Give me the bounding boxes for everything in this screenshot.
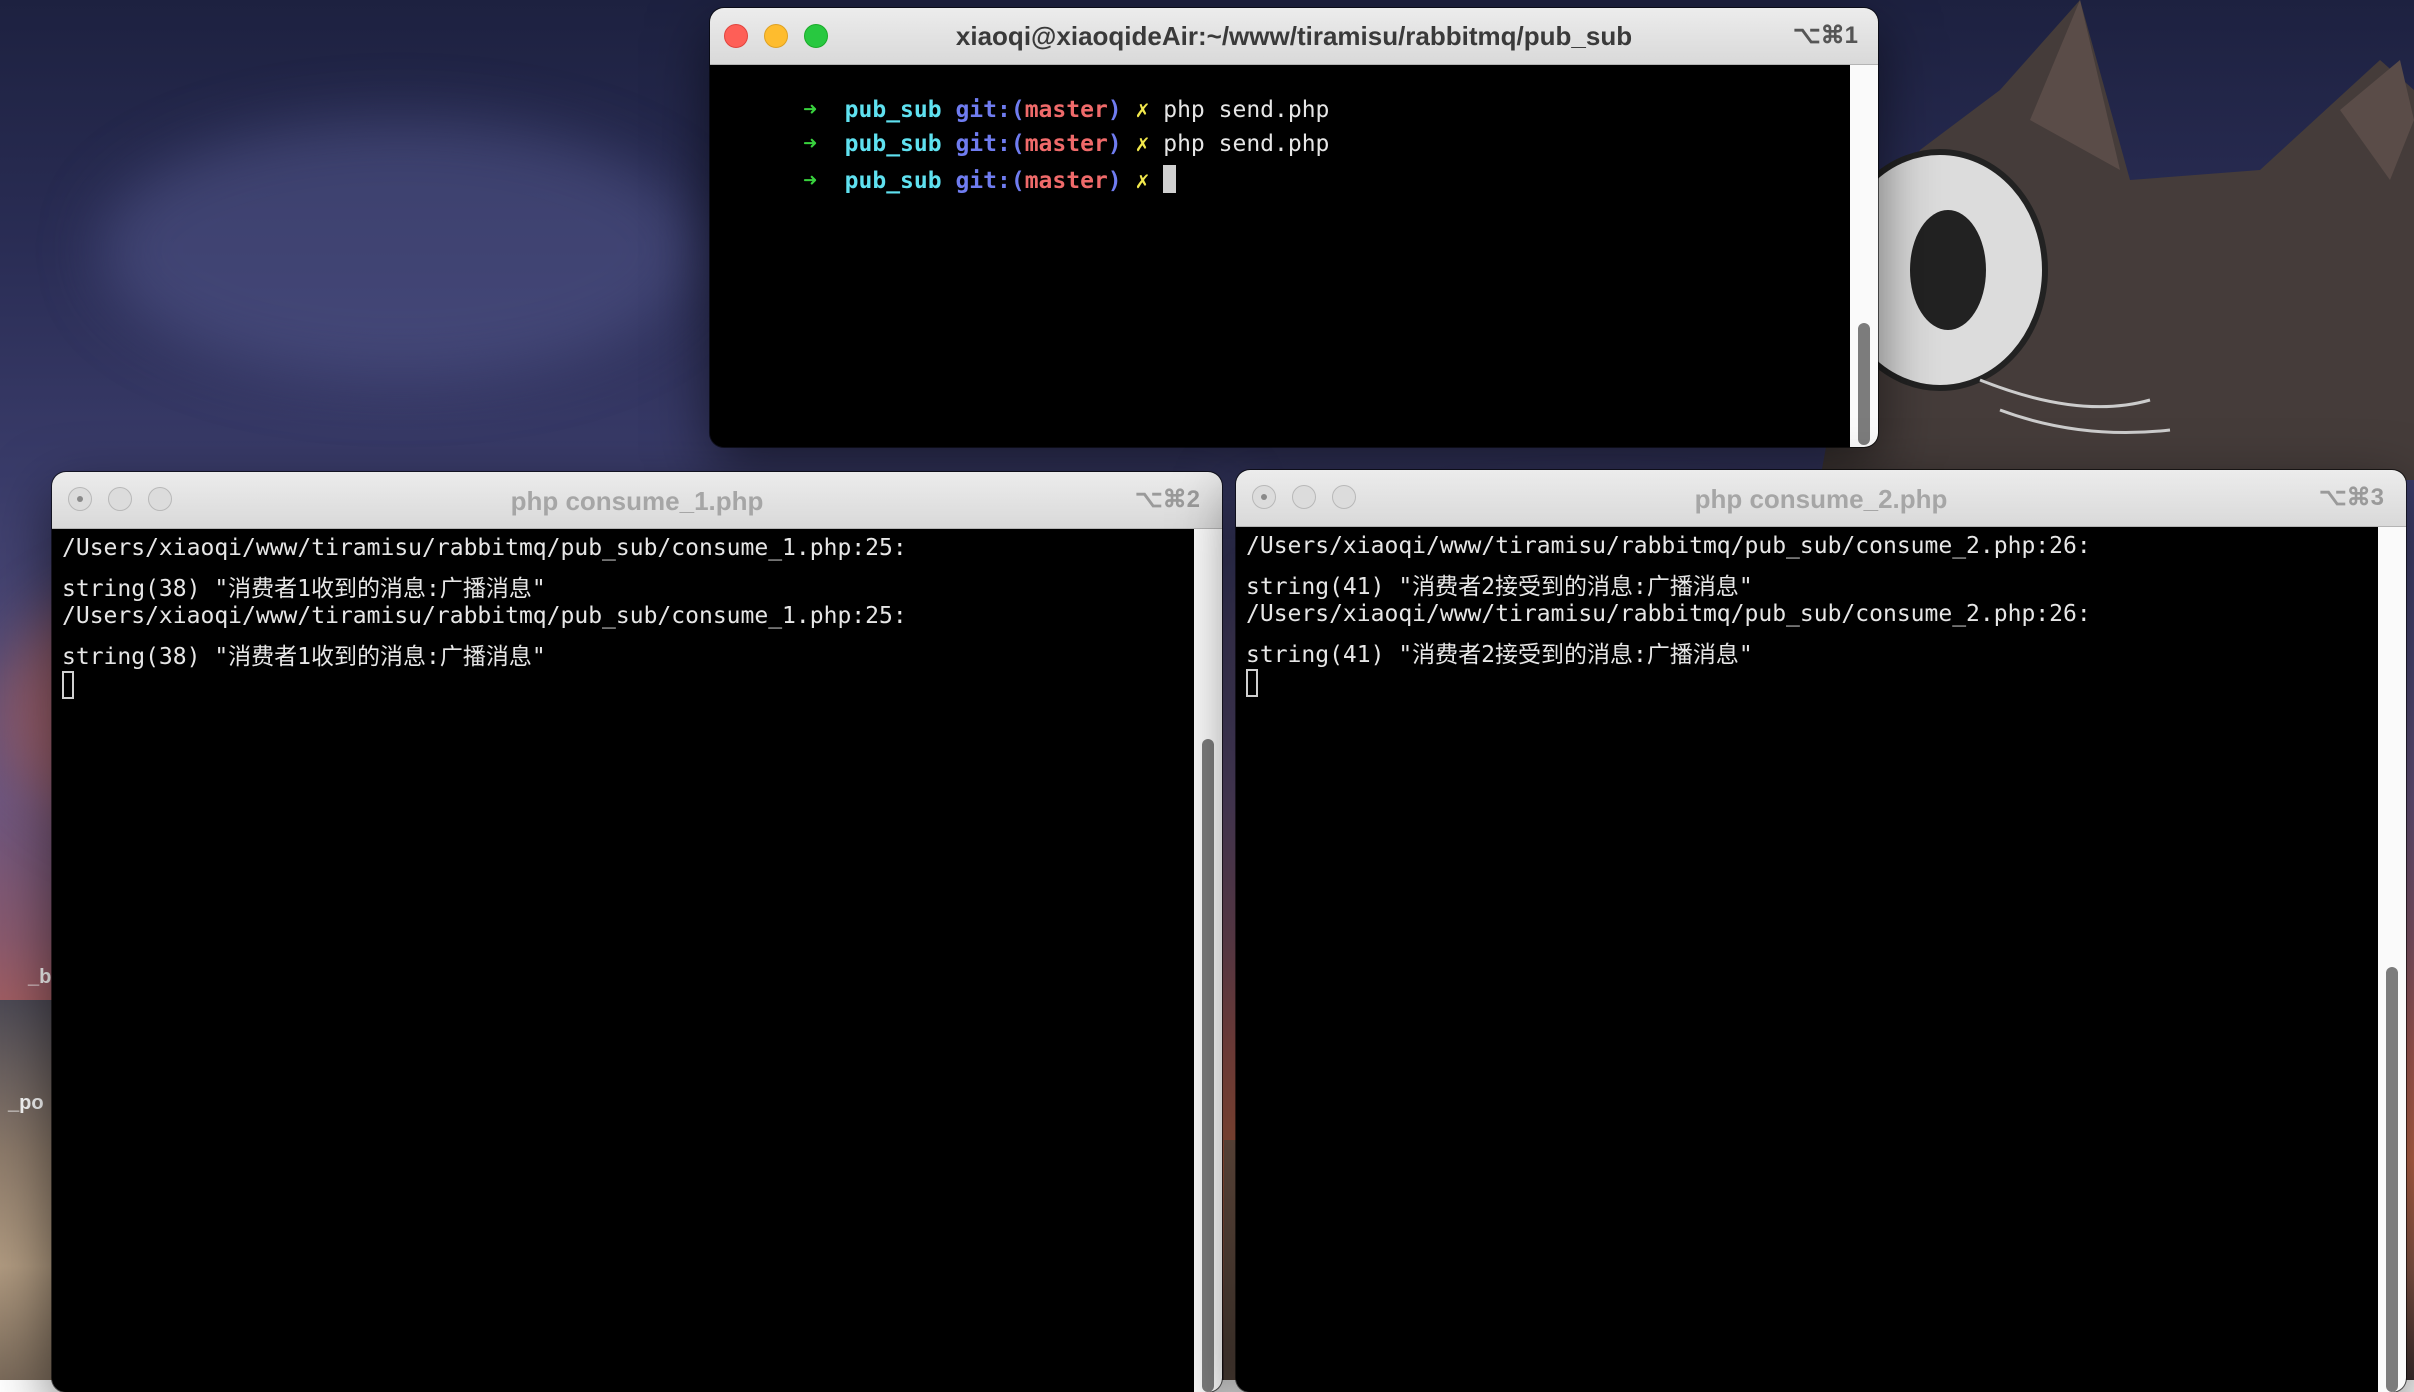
output-line: /Users/xiaoqi/www/tiramisu/rabbitmq/pub_… — [62, 535, 907, 561]
window-shortcut: ⌥⌘3 — [2318, 484, 2384, 511]
title-bar[interactable]: php consume_2.php ⌥⌘3 — [1236, 470, 2406, 527]
command-text: php send.php — [1163, 131, 1330, 157]
output-line: /Users/xiaoqi/www/tiramisu/rabbitmq/pub_… — [62, 603, 907, 629]
scrollbar-thumb[interactable] — [2386, 967, 2398, 1392]
prompt-git-close: ) — [1107, 168, 1122, 194]
terminal-window-1[interactable]: xiaoqi@xiaoqideAir:~/www/tiramisu/rabbit… — [710, 8, 1878, 447]
terminal-output[interactable]: ➜ pub_sub git:(master) ✗ php send.php ➜ … — [710, 65, 1878, 447]
window-title: php consume_2.php — [1694, 484, 1948, 514]
prompt-arrow-icon: ➜ — [803, 168, 817, 194]
prompt-line: ➜ pub_sub git:(master) ✗ — [720, 139, 1177, 220]
title-bar[interactable]: xiaoqi@xiaoqideAir:~/www/tiramisu/rabbit… — [710, 8, 1878, 65]
text-cursor — [1246, 669, 1258, 697]
terminal-output[interactable]: /Users/xiaoqi/www/tiramisu/rabbitmq/pub_… — [52, 529, 1222, 1392]
scrollbar-track[interactable] — [2378, 527, 2406, 1392]
output-line: string(38) "消费者1收到的消息:广播消息" — [62, 644, 546, 670]
output-line: string(41) "消费者2接受到的消息:广播消息" — [1246, 574, 1753, 600]
window-title: php consume_1.php — [510, 486, 764, 516]
scrollbar-thumb[interactable] — [1858, 323, 1870, 445]
output-line: /Users/xiaoqi/www/tiramisu/rabbitmq/pub_… — [1246, 601, 2091, 627]
desktop-file-label[interactable]: _po — [8, 1092, 44, 1115]
scrollbar-track[interactable] — [1850, 65, 1878, 447]
dirty-mark-icon: ✗ — [1135, 168, 1150, 194]
desktop-file-label[interactable]: _b — [28, 966, 51, 989]
prompt-git: git:( — [955, 168, 1025, 194]
scrollbar-track[interactable] — [1194, 529, 1222, 1392]
output-line: string(38) "消费者1收到的消息:广播消息" — [62, 576, 546, 602]
window-shortcut: ⌥⌘1 — [1792, 22, 1858, 49]
prompt-branch: master — [1024, 168, 1108, 194]
window-title: xiaoqi@xiaoqideAir:~/www/tiramisu/rabbit… — [955, 21, 1633, 51]
title-bar[interactable]: php consume_1.php ⌥⌘2 — [52, 472, 1222, 529]
prompt-dir: pub_sub — [844, 168, 942, 194]
text-cursor — [62, 671, 74, 699]
text-cursor — [1163, 165, 1177, 193]
window-shortcut: ⌥⌘2 — [1134, 486, 1200, 513]
scrollbar-thumb[interactable] — [1202, 739, 1214, 1392]
city-illustration — [0, 1000, 60, 1380]
terminal-window-2[interactable]: php consume_1.php ⌥⌘2 /Users/xiaoqi/www/… — [52, 472, 1222, 1392]
terminal-window-3[interactable]: php consume_2.php ⌥⌘3 /Users/xiaoqi/www/… — [1236, 470, 2406, 1392]
output-line: string(41) "消费者2接受到的消息:广播消息" — [1246, 642, 1753, 668]
terminal-output[interactable]: /Users/xiaoqi/www/tiramisu/rabbitmq/pub_… — [1236, 527, 2406, 1392]
output-line: /Users/xiaoqi/www/tiramisu/rabbitmq/pub_… — [1246, 533, 2091, 559]
